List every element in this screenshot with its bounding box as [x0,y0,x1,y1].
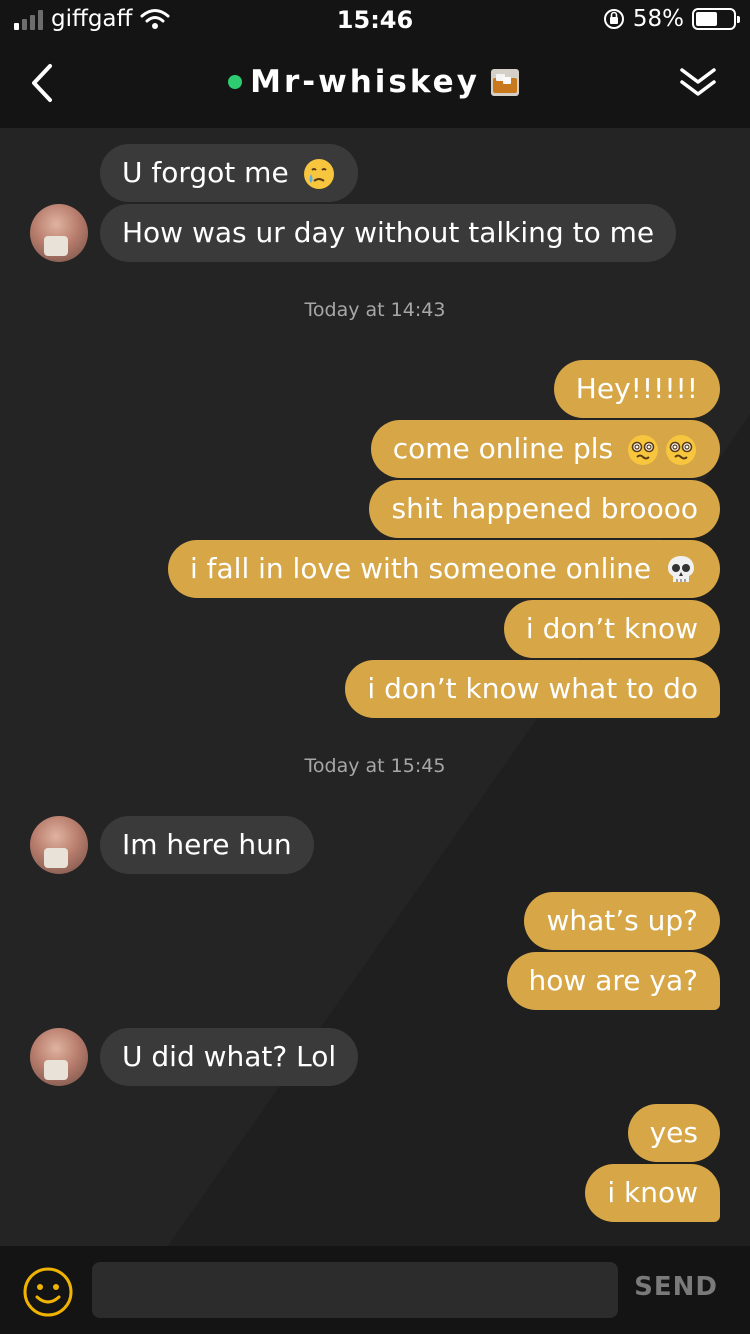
message-row: i don’t know what to do [0,660,750,718]
message-row: U did what? Lol [0,1028,750,1086]
message-text: U forgot me [122,156,289,189]
message-row: what’s up? [0,892,750,950]
message-row: Hey!!!!!! [0,360,750,418]
status-right: 58% [603,6,740,32]
message-row: Im here hun [0,816,750,874]
outgoing-message[interactable]: Hey!!!!!! [553,360,720,418]
message-text: yes [649,1116,698,1149]
message-text: Hey!!!!!! [575,372,698,405]
chat-area[interactable]: U forgot me How was ur day without talki… [0,128,750,1246]
outgoing-message[interactable]: what’s up? [524,892,720,950]
message-text: How was ur day without talking to me [122,216,655,249]
avatar[interactable] [30,1028,88,1086]
send-button[interactable]: SEND [634,1272,718,1302]
online-status-dot [228,75,243,89]
outgoing-message[interactable]: yes [627,1104,720,1162]
timestamp: Today at 14:43 [304,299,446,321]
message-text: Im here hun [122,828,292,861]
whiskey-glass-icon [490,69,519,96]
timestamp: Today at 15:45 [304,755,446,777]
chat-header: Mr-whiskey [0,40,750,128]
message-text: i fall in love with someone online [189,552,652,585]
outgoing-message[interactable]: come online pls [370,420,720,478]
contact-name: Mr-whiskey [250,64,480,100]
outgoing-message[interactable]: i don’t know [503,600,720,658]
outgoing-message[interactable]: i don’t know what to do [345,660,720,718]
message-text: U did what? Lol [122,1040,337,1073]
skull-icon [668,556,694,582]
message-row: i fall in love with someone online [0,540,750,598]
battery-icon [692,8,740,30]
message-row: U forgot me [0,144,750,202]
message-row: i don’t know [0,600,750,658]
message-text: i don’t know what to do [367,672,698,705]
battery-fill [696,12,717,26]
incoming-message[interactable]: U forgot me [100,144,358,202]
crying-face-icon [303,159,334,189]
message-text: i don’t know [525,612,698,645]
message-row: How was ur day without talking to me [0,204,750,262]
double-chevron-down-icon [680,68,716,96]
message-text: what’s up? [546,904,698,937]
collapse-button[interactable] [676,62,720,102]
message-row: come online pls [0,420,750,478]
emoji-button[interactable] [22,1266,74,1318]
composer-bar: SEND [0,1246,750,1334]
message-text: how are ya? [528,964,698,997]
message-row: how are ya? [0,952,750,1010]
outgoing-message[interactable]: i fall in love with someone online [167,540,720,598]
message-text: come online pls [392,432,614,465]
message-row: i know [0,1164,750,1222]
orientation-lock-icon [603,9,624,29]
message-row: yes [0,1104,750,1162]
message-text: i know [607,1176,698,1209]
outgoing-message[interactable]: i know [585,1164,720,1222]
dizzy-face-icon [628,435,696,465]
avatar[interactable] [30,204,88,262]
outgoing-message[interactable]: shit happened broooo [369,480,720,538]
outgoing-message[interactable]: how are ya? [506,952,720,1010]
message-text: shit happened broooo [391,492,698,525]
incoming-message[interactable]: U did what? Lol [100,1028,359,1086]
status-bar: giffgaff 15:46 58% [0,0,750,40]
contact-title[interactable]: Mr-whiskey [0,64,750,100]
avatar[interactable] [30,816,88,874]
incoming-message[interactable]: How was ur day without talking to me [100,204,677,262]
message-input[interactable] [92,1262,618,1318]
smiley-icon [23,1267,73,1317]
incoming-message[interactable]: Im here hun [100,816,314,874]
message-row: shit happened broooo [0,480,750,538]
battery-percent: 58% [632,6,684,32]
